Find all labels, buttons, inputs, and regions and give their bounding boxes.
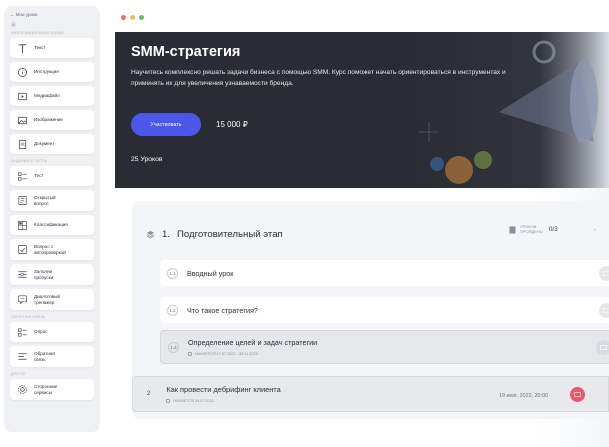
sidebar-item-poll[interactable]: Опрос: [10, 322, 94, 342]
progress-value: 0/3: [548, 226, 558, 234]
lesson-number: 1.1: [167, 267, 178, 279]
fill-gaps-icon: [16, 269, 28, 281]
sidebar-item-label: Тест: [34, 173, 44, 179]
maximize-dot[interactable]: [139, 15, 144, 20]
sidebar-item-label: Вопрос с автопроверкой: [34, 244, 66, 255]
lesson-row[interactable]: 1.2 Что такое стратегия?: [160, 297, 609, 323]
lesson-number: 1.3: [168, 341, 179, 353]
progress-label-2: ПРОЙДЕНО: [520, 228, 543, 234]
lock-icon: [11, 21, 16, 27]
course-title: SMM-стратегия: [131, 44, 241, 60]
module-header[interactable]: 1. Подготовительный этап: [146, 229, 283, 240]
services-icon: [16, 384, 28, 396]
sidebar-item-label: Классификация: [34, 222, 68, 228]
lesson-start-date: НАЧНЕТСЯ 17.07.2022 - 30.11.2022: [188, 352, 317, 356]
sidebar-item-instruction[interactable]: Инструкция: [10, 62, 94, 82]
sidebar-item-open-question[interactable]: Открытый вопрос: [10, 190, 94, 211]
sidebar-item-document[interactable]: Документ: [10, 134, 94, 154]
close-dot[interactable]: [121, 15, 126, 20]
text-icon: [16, 42, 28, 54]
open-question-icon: [16, 195, 28, 207]
module-2-date: 19 июл. 2022, 20:00: [499, 393, 549, 399]
sidebar-item-label: Медиафайл: [34, 93, 60, 99]
test-icon: [16, 170, 28, 182]
sidebar-item-media[interactable]: Медиафайл: [10, 86, 94, 106]
megaphone-illustration: [379, 32, 609, 188]
sidebar-item-classification[interactable]: Классификация: [10, 215, 94, 235]
chevron-up-icon[interactable]: ⌃: [592, 228, 598, 236]
sidebar-item-image[interactable]: Изображение: [10, 110, 94, 130]
sidebar-item-text[interactable]: Текст: [10, 38, 94, 58]
module-progress: УРОКОВ ПРОЙДЕНО 0/3: [509, 224, 558, 234]
module-2-start-text: НАЧНЕТСЯ 19.07.2022: [173, 399, 214, 403]
module-2-number: 2: [147, 391, 151, 397]
sidebar-item-test[interactable]: Тест: [10, 166, 94, 186]
calendar-icon: [188, 352, 192, 356]
lesson-start-text: НАЧНЕТСЯ 17.07.2022 - 30.11.2022: [195, 352, 258, 356]
calendar-icon: [166, 399, 171, 403]
feedback-icon: [16, 351, 28, 363]
autocheck-icon: [16, 244, 28, 256]
sidebar-item-label: Текст: [34, 45, 46, 51]
lesson-title: Что такое стратегия?: [187, 305, 258, 315]
sidebar-item-label: Документ: [34, 141, 55, 147]
module-2-start-date: НАЧНЕТСЯ 19.07.2022: [166, 399, 280, 403]
live-video-icon[interactable]: [570, 387, 585, 402]
module-2-row[interactable]: 2 Как провести дебрифинг клиента НАЧНЕТС…: [132, 376, 609, 412]
section-label-info: ИНФОРМАЦИОННЫЕ БЛОКИ: [11, 31, 65, 35]
image-icon: [16, 114, 28, 126]
video-icon: [599, 265, 609, 281]
video-icon: [599, 302, 609, 318]
sidebar-item-services[interactable]: Сторонние сервисы: [10, 379, 94, 400]
sidebar-item-fill-gaps[interactable]: Заполни пропуски: [10, 264, 94, 285]
lesson-title: Вводный урок: [187, 268, 234, 278]
layers-icon: [146, 230, 155, 239]
window-controls: [121, 15, 144, 20]
lesson-title: Определение целей и задач стратегии: [188, 338, 318, 347]
sidebar-item-label: Сторонние сервисы: [34, 384, 58, 395]
course-content: 1. Подготовительный этап УРОКОВ ПРОЙДЕНО…: [115, 188, 609, 447]
book-icon: [509, 226, 516, 234]
join-button[interactable]: Участвовать: [131, 113, 201, 136]
back-label[interactable]: ← Мои уроки: [10, 12, 38, 17]
poll-icon: [16, 326, 28, 338]
course-description: Научитесь комплексно решать задачи бизне…: [131, 69, 506, 87]
dialog-icon: [16, 294, 28, 306]
module-title: Подготовительный этап: [177, 229, 283, 240]
lesson-number: 1.2: [167, 304, 178, 316]
sidebar-item-label: Диалоговый тренажер: [34, 294, 60, 305]
module-2-title: Как провести дебрифинг клиента: [166, 385, 281, 394]
classification-icon: [16, 219, 28, 231]
back-link[interactable]: ← Мои уроки: [8, 10, 96, 19]
lesson-row-locked[interactable]: 1.3 Определение целей и задач стратегии …: [160, 330, 609, 364]
sidebar-item-label: Инструкция: [34, 69, 59, 75]
lesson-row[interactable]: 1.1 Вводный урок: [160, 260, 609, 286]
video-icon: [596, 339, 609, 355]
section-label-other: ДРУГОЕ: [11, 372, 26, 376]
module-number: 1.: [162, 229, 171, 240]
sidebar-item-autocheck[interactable]: Вопрос с автопроверкой: [10, 239, 94, 260]
sidebar-item-label: Опрос: [34, 329, 48, 335]
media-icon: [16, 90, 28, 102]
sidebar-item-label: Изображение: [34, 117, 63, 123]
info-icon: [16, 66, 28, 78]
course-price: 15 000 ₽: [216, 120, 248, 129]
sidebar-item-label: Открытый вопрос: [34, 195, 56, 206]
document-icon: [16, 138, 28, 150]
sidebar-item-label: Обратная связь: [34, 351, 55, 362]
sidebar-item-dialog[interactable]: Диалоговый тренажер: [10, 289, 94, 310]
section-label-tasks: ЗАДАНИЯ И ТЕСТЫ: [11, 159, 48, 163]
course-hero: SMM-стратегия Научитесь комплексно решат…: [115, 32, 609, 188]
section-label-feedback: ОБРАТНАЯ СВЯЗЬ: [11, 315, 46, 319]
minimize-dot[interactable]: [130, 15, 135, 20]
sidebar: ← Мои уроки ИНФОРМАЦИОННЫЕ БЛОКИ Текст И…: [4, 6, 100, 432]
sidebar-item-feedback[interactable]: Обратная связь: [10, 346, 94, 367]
lessons-count: 25 Уроков: [131, 156, 163, 163]
sidebar-item-label: Заполни пропуски: [34, 269, 54, 280]
